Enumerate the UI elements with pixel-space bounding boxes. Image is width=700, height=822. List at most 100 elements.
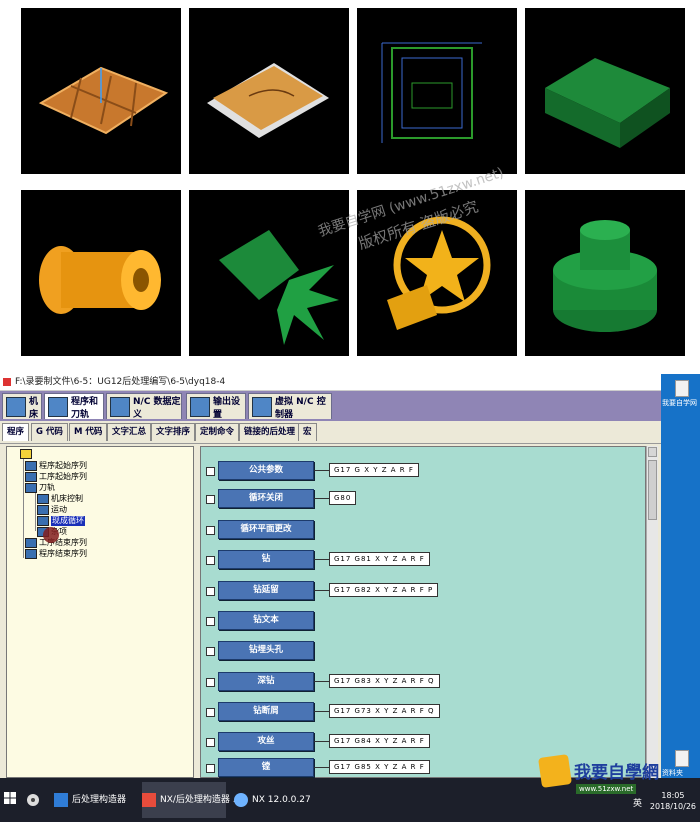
tab-virtual-nc[interactable]: 虚拟 N/C 控制器 [248,393,332,420]
command-button[interactable]: 循环平面更改 [218,520,314,539]
thumbnail-spiked-model [189,190,349,356]
expand-checkbox[interactable] [206,738,215,747]
tab-program-toolpath[interactable]: 程序和刀轨 [44,393,104,420]
tree-node-motion[interactable]: 运动 [37,505,67,515]
command-row: 循环关闭 G80 [201,488,641,510]
desktop-area: 我要自学网 资料夹 [661,374,700,778]
block-format[interactable]: G80 [329,491,357,505]
tree-node-label: 现成循环 [51,516,85,526]
expand-checkbox[interactable] [206,678,215,687]
tab-label: 机床 [29,396,39,420]
tree-node-program-end[interactable]: 程序结束序列 [25,549,87,559]
subtab-custom-command[interactable]: 定制命令 [195,423,240,441]
command-button[interactable]: 公共参数 [218,461,314,480]
output-icon [190,396,210,417]
expand-checkbox[interactable] [206,708,215,717]
nx-icon [234,793,248,807]
sub-tab-strip: 程序 G 代码 M 代码 文字汇总 文字排序 定制命令 链接的后处理 宏 [0,421,661,444]
machine-icon [6,396,26,417]
command-button[interactable]: 深钻 [218,672,314,691]
tab-label: 虚拟 N/C 控制器 [275,396,326,420]
tree-node-label: 运动 [51,505,67,514]
taskbar-item-nx12[interactable]: NX 12.0.0.27 [234,782,314,818]
expand-checkbox[interactable] [206,764,215,773]
block-format[interactable]: G17 G84 X Y Z A R F [329,734,430,748]
taskbar-item-label: 后处理构造器 [72,795,127,805]
thumbnail-tray-model [21,8,181,174]
tree-node-label: 工序起始序列 [39,472,87,481]
windows-start-icon[interactable] [4,792,16,804]
nc-data-icon [110,396,130,417]
tree-node-operation-start[interactable]: 工序起始序列 [25,472,87,482]
block-format[interactable]: G17 G85 X Y Z A R F [329,760,430,774]
subtab-program[interactable]: 程序 [2,423,30,441]
tree-node-canned-cycle[interactable]: 现成循环 [37,516,85,526]
subtab-linked-post[interactable]: 链接的后处理 [239,423,301,441]
logo-mark [538,754,572,788]
command-button[interactable]: 镗 [218,758,314,777]
fan-icon [27,794,39,806]
command-button[interactable]: 钻埋头孔 [218,641,314,660]
tab-label: 程序和刀轨 [71,396,99,420]
tree-node-label: 刀轨 [39,483,55,492]
connector-line [314,559,329,560]
connector-line [314,741,329,742]
command-button[interactable]: 钻 [218,550,314,569]
expand-checkbox[interactable] [206,467,215,476]
command-button[interactable]: 钻延留 [218,581,314,600]
desktop-file-icon[interactable] [675,380,689,397]
motion-icon [37,505,49,515]
block-format[interactable]: G17 G82 X Y Z A R F P [329,583,439,597]
block-format[interactable]: G17 G X Y Z A R F [329,463,419,477]
tree-node-program-start[interactable]: 程序起始序列 [25,461,87,471]
tree-node-machine-control[interactable]: 机床控制 [37,494,83,504]
tree-root[interactable] [20,449,34,459]
thumbnail-drawing-model [357,8,517,174]
vertical-scrollbar[interactable] [646,446,658,778]
tab-nc-data[interactable]: N/C 数据定义 [106,393,182,420]
folder-icon [20,449,32,459]
command-button[interactable]: 钻断屑 [218,702,314,721]
command-button[interactable]: 循环关闭 [218,489,314,508]
scroll-up-button[interactable] [648,447,657,457]
taskbar-item-post-builder[interactable]: 后处理构造器 [54,782,134,818]
scroll-thumb[interactable] [648,460,657,520]
subtab-m-code[interactable]: M 代码 [69,423,108,441]
app-icon [3,377,11,386]
tree-node-toolpath[interactable]: 刀轨 [25,483,55,493]
desktop-icon-label: 我要自学网 [662,399,697,407]
tab-label: N/C 数据定义 [133,396,181,420]
subtab-macro[interactable]: 宏 [298,423,317,441]
block-format[interactable]: G17 G73 X Y Z A R F Q [329,704,440,718]
tab-machine[interactable]: 机床 [2,393,42,420]
subtab-word-summary[interactable]: 文字汇总 [107,423,152,441]
command-row: 循环平面更改 [201,519,641,541]
desktop-folder-icon[interactable] [675,750,689,767]
sequence-icon [25,461,37,471]
connector-line [314,590,329,591]
subtab-word-sequence[interactable]: 文字排序 [151,423,196,441]
expand-checkbox[interactable] [206,495,215,504]
expand-checkbox[interactable] [206,556,215,565]
expand-checkbox[interactable] [206,647,215,656]
tab-output-settings[interactable]: 输出设置 [186,393,246,420]
site-logo: 我要自學網 www.51zxw.net [538,752,660,812]
taskbar-item-nx-post[interactable]: NX/后处理构造器 ... [142,782,241,818]
command-button[interactable]: 攻丝 [218,732,314,751]
control-icon [37,494,49,504]
command-button[interactable]: 钻文本 [218,611,314,630]
model-thumbnails: 我要自学网 (www.51zxw.net) 版权所有 盗版必究 [0,0,700,368]
tree-connector [23,454,24,558]
tree-node-label: 程序起始序列 [39,461,87,470]
command-row: 钻埋头孔 [201,640,641,662]
expand-checkbox[interactable] [206,587,215,596]
taskbar-fan-app[interactable] [26,782,44,818]
block-format[interactable]: G17 G81 X Y Z A R F [329,552,430,566]
expand-checkbox[interactable] [206,526,215,535]
block-format[interactable]: G17 G83 X Y Z A R F Q [329,674,440,688]
thumbnail-plate-model [189,8,349,174]
tab-label: 输出设置 [213,396,241,420]
subtab-g-code[interactable]: G 代码 [31,423,68,441]
expand-checkbox[interactable] [206,617,215,626]
thumbnail-cylinder-model [525,190,685,356]
